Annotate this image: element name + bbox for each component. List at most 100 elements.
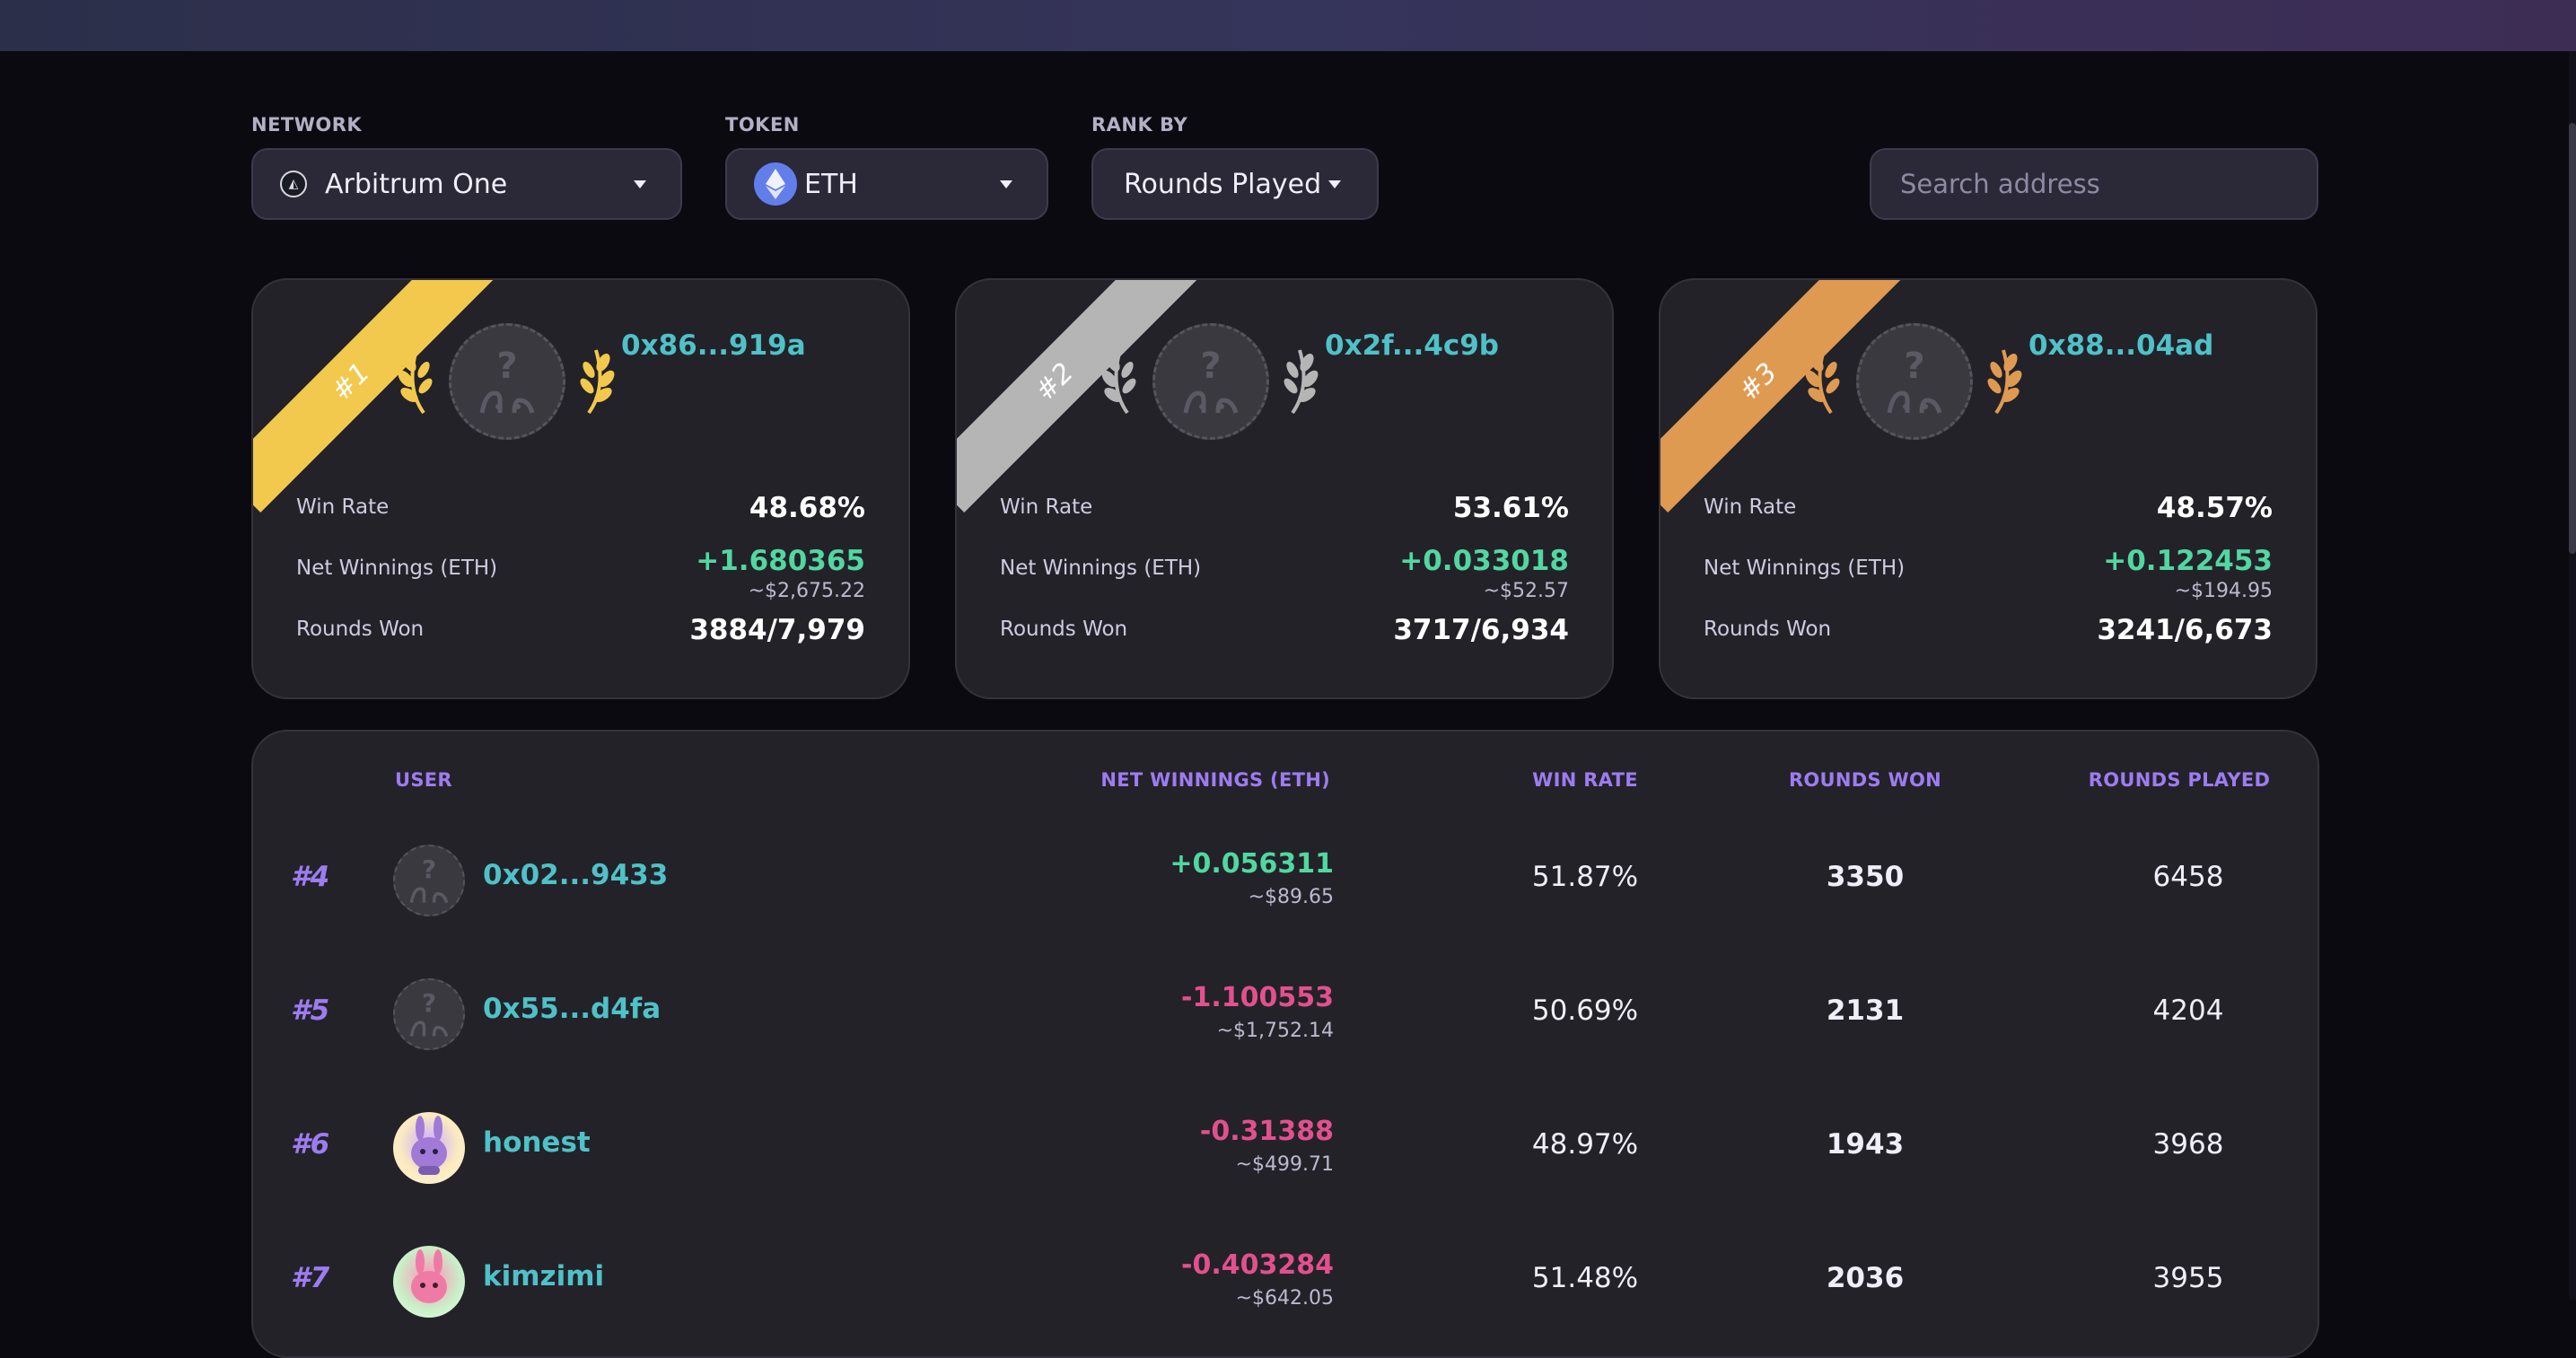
podium-address[interactable]: 0x86...919a [621, 329, 806, 362]
column-header-rounds-won: ROUNDS WON [1788, 769, 1942, 791]
net-winnings-value: +0.122453 [2103, 545, 2273, 577]
rounds-won-value: 3884/7,979 [689, 614, 865, 646]
row-rounds-won: 2036 [1826, 1262, 1905, 1294]
laurel-right-icon [1984, 343, 2023, 418]
row-rank: #7 [291, 1262, 330, 1294]
column-header-user: USER [395, 769, 452, 791]
rounds-won-value: 3241/6,673 [2097, 614, 2273, 646]
row-rounds-played: 3955 [2152, 1262, 2224, 1294]
svg-text:?: ? [1904, 346, 1924, 387]
laurel-left-icon [1100, 343, 1140, 418]
rounds-won-label: Rounds Won [1704, 618, 1832, 641]
row-user[interactable]: 0x02...9433 [483, 859, 668, 891]
net-winnings-usd: ~$2,675.22 [748, 580, 865, 602]
net-winnings-label: Net Winnings (ETH) [296, 556, 498, 580]
token-select[interactable]: ETH [725, 148, 1048, 220]
rank-ribbon-label: #2 [1029, 356, 1080, 407]
network-select-value: Arbitrum One [325, 168, 508, 200]
row-net-winnings-usd: ~$642.05 [1235, 1287, 1334, 1310]
row-net-winnings: +0.056311 [1170, 848, 1334, 880]
top-header-bar [0, 0, 2576, 51]
win-rate-value: 48.68% [749, 492, 865, 524]
net-winnings-value: +0.033018 [1399, 545, 1569, 577]
arbitrum-icon: ◭ [280, 171, 307, 197]
page-scrollbar[interactable] [2569, 51, 2576, 1300]
chevron-down-icon [1000, 180, 1012, 188]
laurel-left-icon [1804, 343, 1844, 418]
row-rounds-played: 4204 [2152, 994, 2224, 1027]
rank-by-select-value: Rounds Played [1124, 168, 1322, 200]
network-label: NETWORK [251, 114, 363, 136]
table-row[interactable]: #5? 0x55...d4fa -1.100553 ~$1,752.14 50.69% 2… [253, 946, 2321, 1080]
row-rank: #4 [291, 861, 330, 893]
podium-card-1[interactable]: #1? 0x86...919a Win Rate 48.68% Net Winnings… [251, 278, 910, 699]
avatar-placeholder: ? [1152, 323, 1269, 440]
svg-text:?: ? [422, 988, 436, 1018]
chevron-down-icon [1328, 180, 1341, 188]
laurel-right-icon [576, 343, 616, 418]
search-address-input[interactable] [1870, 148, 2318, 220]
leaderboard-table: USER NET WINNINGS (ETH) WIN RATE ROUNDS … [251, 730, 2319, 1358]
podium-address[interactable]: 0x2f...4c9b [1325, 329, 1499, 362]
avatar-placeholder: ? [1856, 323, 1973, 440]
rounds-won-label: Rounds Won [1000, 618, 1128, 641]
table-row[interactable]: #7 kimzimi -0.403284 ~$642.05 51.48% 2036 3955 [253, 1213, 2321, 1347]
rounds-won-label: Rounds Won [296, 618, 425, 641]
avatar: ? [393, 978, 465, 1050]
win-rate-value: 53.61% [1452, 492, 1569, 524]
row-rounds-won: 1943 [1826, 1128, 1905, 1161]
row-win-rate: 48.97% [1531, 1128, 1639, 1161]
laurel-left-icon [397, 343, 436, 418]
row-rounds-won: 3350 [1826, 861, 1905, 893]
row-win-rate: 51.87% [1531, 861, 1639, 893]
row-net-winnings: -0.403284 [1181, 1249, 1334, 1281]
row-net-winnings-usd: ~$1,752.14 [1216, 1020, 1334, 1042]
row-user[interactable]: kimzimi [483, 1260, 604, 1292]
svg-text:?: ? [496, 346, 517, 387]
column-header-net-winnings: NET WINNINGS (ETH) [1100, 769, 1330, 791]
row-rounds-won: 2131 [1826, 994, 1905, 1027]
net-winnings-value: +1.680365 [696, 545, 865, 577]
net-winnings-usd: ~$194.95 [2174, 580, 2273, 602]
row-net-winnings-usd: ~$89.65 [1248, 886, 1334, 908]
row-win-rate: 50.69% [1531, 994, 1639, 1027]
column-header-win-rate: WIN RATE [1532, 769, 1638, 791]
chevron-down-icon [634, 180, 646, 188]
podium-card-3[interactable]: #3? 0x88...04ad Win Rate 48.57% Net Winnings… [1659, 278, 2318, 699]
row-net-winnings: -1.100553 [1181, 982, 1334, 1013]
net-winnings-label: Net Winnings (ETH) [1000, 556, 1202, 580]
svg-text:?: ? [422, 854, 436, 884]
win-rate-value: 48.57% [2156, 492, 2273, 524]
avatar: ? [393, 845, 465, 916]
row-user[interactable]: 0x55...d4fa [483, 993, 661, 1025]
rank-ribbon-label: #3 [1732, 356, 1783, 407]
row-rank: #6 [291, 1128, 330, 1161]
rounds-won-value: 3717/6,934 [1393, 614, 1569, 646]
row-net-winnings-usd: ~$499.71 [1235, 1153, 1334, 1176]
row-rank: #5 [291, 994, 330, 1027]
win-rate-label: Win Rate [1000, 495, 1093, 519]
net-winnings-label: Net Winnings (ETH) [1704, 556, 1906, 580]
avatar [393, 1112, 465, 1184]
podium-address[interactable]: 0x88...04ad [2028, 329, 2213, 362]
row-user[interactable]: honest [483, 1126, 591, 1159]
svg-text:?: ? [1200, 346, 1221, 387]
rank-ribbon-label: #1 [325, 356, 376, 407]
podium-card-2[interactable]: #2? 0x2f...4c9b Win Rate 53.61% Net Winnings… [955, 278, 1614, 699]
net-winnings-usd: ~$52.57 [1483, 580, 1569, 602]
row-rounds-played: 6458 [2152, 861, 2224, 893]
table-row[interactable]: #4? 0x02...9433 +0.056311 ~$89.65 51.87% 3350… [253, 812, 2321, 946]
page-scrollbar-thumb[interactable] [2569, 123, 2576, 554]
rank-by-select[interactable]: Rounds Played [1091, 148, 1379, 220]
row-net-winnings: -0.31388 [1199, 1116, 1334, 1147]
avatar-placeholder: ? [449, 323, 565, 440]
win-rate-label: Win Rate [1704, 495, 1797, 519]
win-rate-label: Win Rate [296, 495, 390, 519]
table-row[interactable]: #6 honest -0.31388 ~$499.71 48.97% 1943 3968 [253, 1080, 2321, 1213]
token-label: TOKEN [725, 114, 800, 136]
laurel-right-icon [1280, 343, 1319, 418]
token-select-value: ETH [804, 168, 858, 200]
column-header-rounds-played: ROUNDS PLAYED [2088, 769, 2271, 791]
row-rounds-played: 3968 [2152, 1128, 2224, 1161]
network-select[interactable]: ◭ Arbitrum One [251, 148, 682, 220]
